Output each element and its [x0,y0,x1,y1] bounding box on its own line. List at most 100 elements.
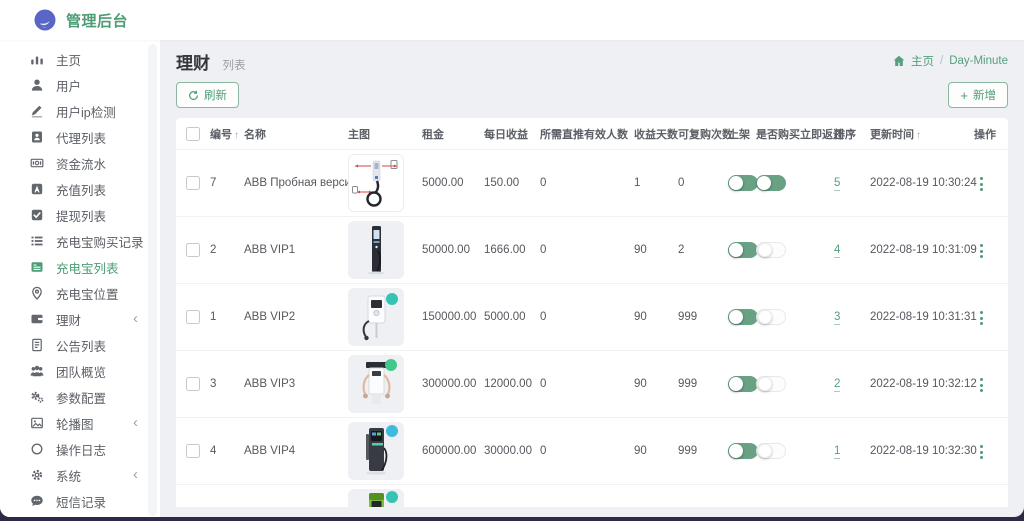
row-id: 7 [210,177,216,189]
sidebar-item-4[interactable]: 资金流水 [0,150,160,176]
column-label: 每日收益 [484,129,528,141]
sidebar-item-9[interactable]: 充电宝位置 [0,280,160,306]
page-title-group: 理财 列表 [176,49,245,74]
sort-value-link[interactable]: 2 [834,378,840,392]
chevron-left-icon: ‹ [133,314,138,324]
on-shelf-toggle[interactable] [728,309,758,325]
sidebar: 主页用户用户ip检测代理列表资金流水充值列表提现列表充电宝购买记录充电宝列表充电… [0,40,160,517]
card-list-icon [30,260,44,274]
product-image [348,355,404,413]
updated-time: 2022-08-19 10:31:09 [870,244,977,256]
row-select-cell [176,217,206,284]
row-checkbox[interactable] [186,176,200,190]
row-actions-button[interactable] [974,374,989,396]
on-shelf-toggle[interactable] [728,376,758,392]
row-checkbox[interactable] [186,444,200,458]
sort-value-link[interactable]: 5 [834,177,840,191]
row-actions-button[interactable] [974,307,989,329]
updated-time: 2022-08-19 10:30:24 [870,177,977,189]
sort-value-link[interactable]: 3 [834,311,840,325]
product-image [348,489,404,507]
sort-arrow-icon[interactable]: ↑ [234,130,239,141]
sidebar-item-16[interactable]: 系统 ‹ [0,462,160,488]
column-label: 编号 [210,129,232,141]
row-id: 2 [210,244,216,256]
select-all-cell [176,118,206,150]
column-header-4: 每日收益 [480,118,536,150]
table-header-row: 编号↑名称主图租金每日收益所需直推有效人数收益天数可复购次数上架是否购买立即返还… [176,118,1008,150]
sidebar-item-label: 操作日志 [56,440,106,459]
column-header-6: 收益天数 [630,118,674,150]
sidebar-item-11[interactable]: 公告列表 [0,332,160,358]
sidebar-item-label: 参数配置 [56,388,106,407]
product-image [348,288,404,346]
sidebar-item-8[interactable]: 充电宝列表 [0,254,160,280]
breadcrumb-separator: / [940,55,943,67]
sort-value-link[interactable]: 1 [834,445,840,459]
sidebar-item-17[interactable]: 短信记录 [0,488,160,514]
sidebar-item-14[interactable]: 轮播图‹ [0,410,160,436]
toggle-knob [758,377,772,391]
updated-time: 2022-08-19 10:32:12 [870,378,977,390]
sidebar-item-label: 充电宝列表 [56,258,119,277]
row-checkbox[interactable] [186,243,200,257]
sidebar-item-label: 公告列表 [56,336,106,355]
sidebar-item-7[interactable]: 充电宝购买记录 [0,228,160,254]
column-header-0[interactable]: 编号↑ [206,118,240,150]
sidebar-item-15[interactable]: 操作日志 [0,436,160,462]
chevron-left-icon: ‹ [133,470,138,480]
breadcrumb-home[interactable]: 主页 [911,53,934,69]
check-square-icon [30,208,44,222]
sidebar-item-2[interactable]: 用户ip检测 [0,98,160,124]
product-name: ABB VIP3 [244,378,295,390]
sidebar-item-label: 用户ip检测 [56,102,116,121]
sidebar-item-label: 代理列表 [56,128,106,147]
toolbar: 刷新 + 新增 [176,82,1008,110]
finance-table: 编号↑名称主图租金每日收益所需直推有效人数收益天数可复购次数上架是否购买立即返还… [176,118,1008,507]
row-checkbox[interactable] [186,377,200,391]
row-actions-button[interactable] [974,173,989,195]
sort-value-link[interactable]: 4 [834,244,840,258]
on-shelf-toggle[interactable] [728,175,758,191]
sidebar-item-5[interactable]: 充值列表 [0,176,160,202]
row-select-cell [176,351,206,418]
users-group-icon [30,364,44,378]
instant-return-toggle[interactable] [756,309,786,325]
table-row: 8ABB VIP51200000.0080000.000909990✎2022-… [176,485,1008,508]
sidebar-item-0[interactable]: 主页 [0,46,160,72]
daily-income-value: 150.00 [484,177,519,189]
repurchase-times-value: 999 [678,378,697,390]
sidebar-item-3[interactable]: 代理列表 [0,124,160,150]
sidebar-item-13[interactable]: 参数配置 [0,384,160,410]
refresh-button[interactable]: 刷新 [176,82,239,108]
instant-return-toggle[interactable] [756,376,786,392]
column-header-11[interactable]: 更新时间↑ [866,118,970,150]
row-id: 3 [210,378,216,390]
row-select-cell [176,150,206,217]
select-all-checkbox[interactable] [186,127,200,141]
add-button[interactable]: + 新增 [948,82,1008,108]
home-icon [893,55,905,67]
daily-income-value: 1666.00 [484,244,526,256]
on-shelf-toggle[interactable] [728,242,758,258]
instant-return-toggle[interactable] [756,175,786,191]
income-days-value: 90 [634,445,647,457]
rent-value: 50000.00 [422,244,470,256]
sort-arrow-icon[interactable]: ↑ [916,130,921,141]
id-card-icon [30,130,44,144]
daily-income-value: 5000.00 [484,311,526,323]
instant-return-toggle[interactable] [756,443,786,459]
instant-return-toggle[interactable] [756,242,786,258]
row-actions-button[interactable] [974,441,989,463]
sidebar-item-6[interactable]: 提现列表 [0,202,160,228]
sidebar-item-12[interactable]: 团队概览 [0,358,160,384]
column-label: 上架 [728,129,750,141]
row-actions-button[interactable] [974,240,989,262]
row-checkbox[interactable] [186,310,200,324]
app-logo[interactable]: 管理后台 [34,9,128,31]
sidebar-item-1[interactable]: 用户 [0,72,160,98]
sidebar-item-10[interactable]: 理财‹ [0,306,160,332]
sidebar-item-label: 系统 [56,466,81,485]
on-shelf-toggle[interactable] [728,443,758,459]
pen-icon [30,104,44,118]
